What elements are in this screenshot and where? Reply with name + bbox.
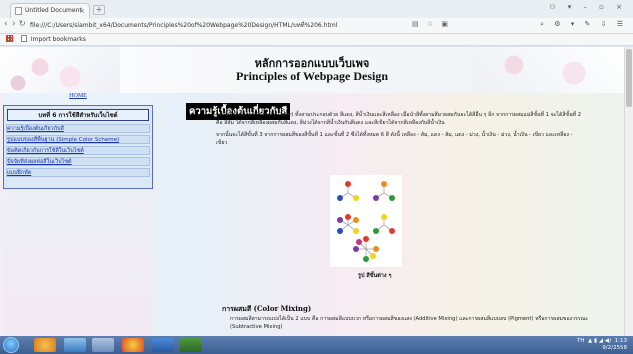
vertical-scrollbar[interactable]: [624, 47, 633, 336]
sidebar: HOME บทที่ 6 การใช้สีสำหรับเว็บไซต์ ความ…: [3, 93, 153, 336]
paragraph-tertiary-colors: จากนั้นจะได้สีขั้นที่ 3 จากการผสมสีของสี…: [216, 132, 573, 146]
start-button-icon[interactable]: [3, 337, 19, 353]
clock-time: 1:13: [614, 338, 627, 344]
color-mixing-heading: การผสมสี (Color Mixing): [222, 304, 312, 313]
paragraph-color-mixing: การผสมสีสามารถแบ่งได้เป็น 2 แบบ คือ การผ…: [230, 316, 589, 330]
taskbar-app-5-icon[interactable]: [152, 338, 174, 352]
taskbar-app-3-icon[interactable]: [92, 338, 114, 352]
taskbar-app-2-icon[interactable]: [64, 338, 86, 352]
forward-icon[interactable]: ›: [12, 19, 16, 29]
chapter-menu-title: บทที่ 6 การใช้สีสำหรับเว็บไซต์: [7, 109, 149, 121]
sidebar-item-simple-color-scheme[interactable]: รูปแบบของสีพื้นฐาน (Simple Color Scheme): [6, 135, 150, 144]
close-tab-icon[interactable]: ×: [79, 4, 85, 18]
color-wheel-diagram: [337, 181, 395, 262]
page-title-english: Principles of Webpage Design: [235, 69, 389, 83]
language-indicator[interactable]: TH: [577, 338, 585, 344]
bookmark-page-icon: [20, 35, 27, 42]
page-viewport: หลักการออกแบบเว็บเพจ Principles of Webpa…: [0, 47, 624, 336]
sidebar-item-color-factors[interactable]: ปัจจัยที่ส่งผลต่อสีในเว็บไซต์: [6, 157, 150, 166]
back-icon[interactable]: ‹: [4, 19, 8, 29]
taskbar-app-1-icon[interactable]: [34, 338, 56, 352]
sidebar-item-exercises[interactable]: แบบฝึกหัด: [6, 168, 150, 177]
chapter-menu: บทที่ 6 การใช้สีสำหรับเว็บไซต์ ความรู้เบ…: [3, 105, 153, 189]
address-bar[interactable]: file:///C:/Users/siambit_x64/Documents/P…: [26, 20, 546, 32]
home-link[interactable]: HOME: [3, 93, 153, 99]
address-bar-icons[interactable]: ▤ ☆ ▣: [412, 20, 451, 28]
apps-icon[interactable]: [6, 35, 13, 42]
sidebar-item-color-basics[interactable]: ความรู้เบื้องต้นเกี่ยวกับสี: [6, 124, 150, 133]
chrome-taskbar-icon[interactable]: [122, 338, 144, 352]
clock-date: 9/2/2558: [602, 345, 627, 351]
reload-icon[interactable]: ↻: [19, 19, 26, 28]
paragraph-primary-colors: แม่สีหรือสีขั้นต้น (Primary Color) ทั้งส…: [216, 112, 582, 126]
page-banner: หลักการออกแบบเว็บเพจ Principles of Webpa…: [0, 47, 624, 93]
tab-title: Untitled Document: [25, 7, 82, 14]
browser-titlebar: Untitled Document × + ⚇ ▾ – ▫ ×: [0, 0, 633, 18]
sidebar-item-color-tips[interactable]: ข้อคิดเกี่ยวกับการใช้สีในเว็บไซต์: [6, 146, 150, 155]
scrollbar-thumb[interactable]: [626, 49, 632, 107]
new-tab-button[interactable]: +: [93, 5, 105, 15]
toolbar-right-icons[interactable]: ⌕ ⚙ ▾ ✎ ⇩ ☰: [540, 20, 627, 29]
import-bookmarks-link[interactable]: Import bookmarks: [31, 36, 86, 43]
windows-taskbar: TH ▲ ▮ ◢ ◀) 1:13 9/2/2558: [0, 336, 633, 354]
dreamweaver-taskbar-icon[interactable]: [180, 338, 202, 352]
system-tray[interactable]: TH ▲ ▮ ◢ ◀) 1:13 9/2/2558: [577, 338, 627, 352]
color-wheel-figure: [330, 175, 402, 267]
browser-tab[interactable]: Untitled Document ×: [10, 3, 90, 18]
window-controls[interactable]: ⚇ ▾ – ▫ ×: [549, 3, 627, 11]
bookmarks-bar: Import bookmarks: [0, 34, 633, 46]
figure-caption: รูป สีขั้นต่าง ๆ: [358, 273, 392, 279]
page-icon: [15, 7, 22, 15]
browser-toolbar: ‹ › ↻ file:///C:/Users/siambit_x64/Docum…: [0, 18, 633, 34]
